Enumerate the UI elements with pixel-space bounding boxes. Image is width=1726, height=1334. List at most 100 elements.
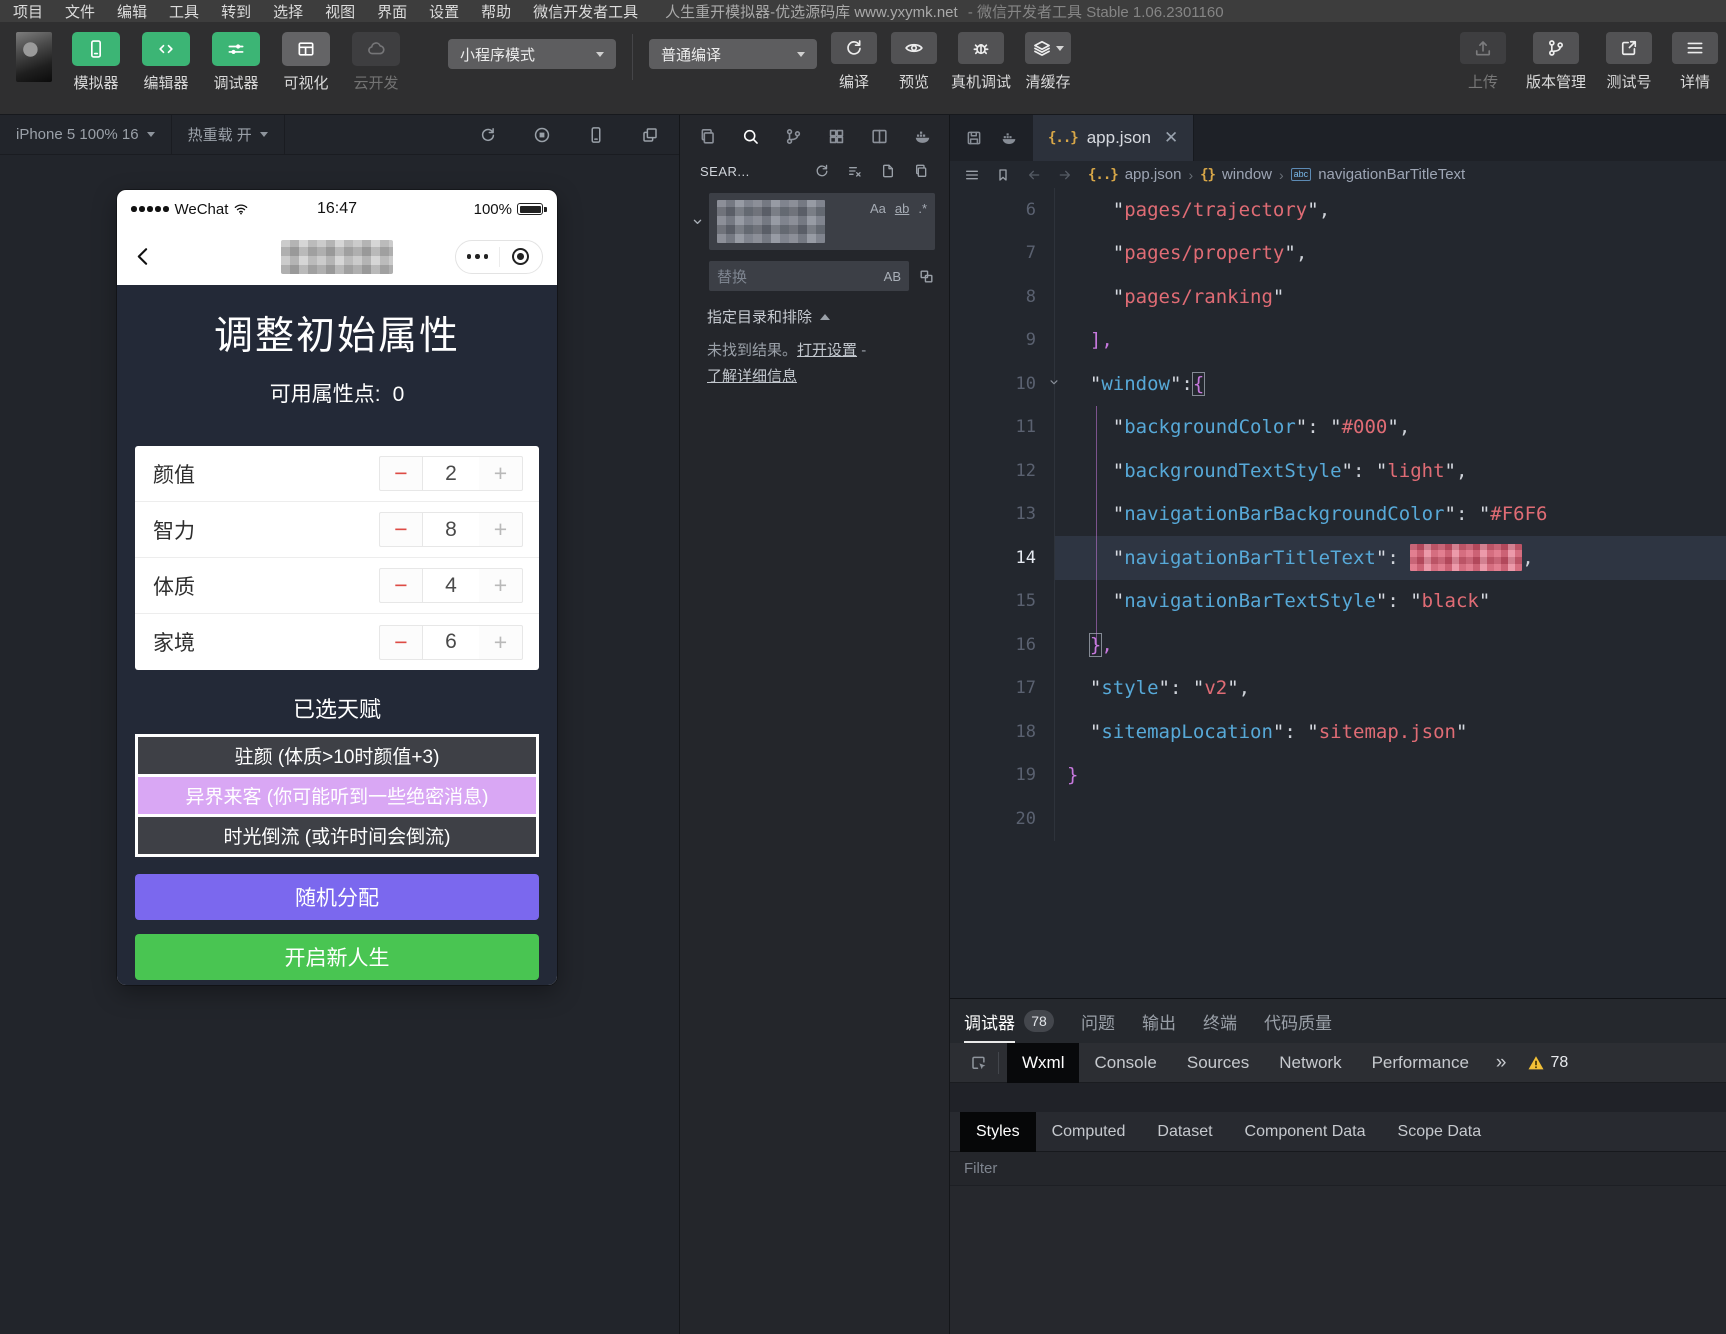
extensions-icon[interactable]	[827, 127, 846, 146]
code-line-14[interactable]: 14"navigationBarTitleText": ,	[950, 536, 1726, 580]
talent-item[interactable]: 异界来客 (你可能听到一些绝密消息)	[138, 777, 536, 814]
tool-编辑器[interactable]: 编辑器	[140, 32, 192, 93]
menu-item-文件[interactable]: 文件	[54, 1, 106, 22]
replace-all-icon[interactable]	[918, 268, 935, 285]
match-case-toggle[interactable]: Aa	[870, 201, 886, 216]
code-line-20[interactable]: 20	[950, 797, 1726, 841]
talent-item[interactable]: 驻颜 (体质>10时颜值+3)	[138, 737, 536, 774]
menu-item-项目[interactable]: 项目	[2, 1, 54, 22]
learn-more-link[interactable]: 了解详细信息	[707, 368, 797, 385]
mode-select[interactable]: 小程序模式	[448, 39, 616, 69]
replace-input[interactable]: 替换 AB	[709, 261, 909, 291]
code-line-13[interactable]: 13"navigationBarBackgroundColor": "#F6F6	[950, 493, 1726, 537]
decrease-button[interactable]: −	[379, 568, 423, 603]
menu-item-工具[interactable]: 工具	[158, 1, 210, 22]
increase-button[interactable]: +	[479, 568, 523, 603]
talent-item[interactable]: 时光倒流 (或许时间会倒流)	[138, 817, 536, 854]
increase-button[interactable]: +	[479, 512, 523, 547]
outline-icon[interactable]	[964, 167, 980, 183]
navigate-back-icon[interactable]	[1026, 167, 1042, 183]
storage-icon[interactable]	[965, 129, 983, 147]
close-icon[interactable]: ✕	[1164, 128, 1178, 148]
action-清缓存[interactable]: 清缓存	[1025, 32, 1071, 92]
code-line-7[interactable]: 7"pages/property",	[950, 232, 1726, 276]
refresh-search-icon[interactable]	[814, 163, 830, 179]
debugger-tab-问题[interactable]: 问题	[1081, 999, 1115, 1043]
code-line-10[interactable]: 10"window":{	[950, 362, 1726, 406]
more-tabs-icon[interactable]: »	[1484, 1052, 1519, 1074]
devtools-tab-Sources[interactable]: Sources	[1172, 1043, 1264, 1083]
fold-chevron-icon[interactable]	[1047, 375, 1061, 389]
devtools-tab-Wxml[interactable]: Wxml	[1007, 1043, 1079, 1083]
search-details-toggle[interactable]: 指定目录和排除	[707, 306, 935, 327]
breadcrumb-node[interactable]: window	[1222, 166, 1272, 183]
regex-toggle[interactable]: .*	[918, 201, 927, 216]
exit-button[interactable]	[500, 241, 543, 273]
open-settings-link[interactable]: 打开设置	[797, 342, 857, 359]
start-life-button[interactable]: 开启新人生	[135, 934, 539, 980]
code-line-12[interactable]: 12"backgroundTextStyle": "light",	[950, 449, 1726, 493]
docker-icon[interactable]	[913, 127, 932, 146]
debugger-tab-终端[interactable]: 终端	[1203, 999, 1237, 1043]
code-line-8[interactable]: 8"pages/ranking"	[950, 275, 1726, 319]
code-line-6[interactable]: 6"pages/trajectory",	[950, 188, 1726, 232]
split-layout-icon[interactable]	[870, 127, 889, 146]
code-line-9[interactable]: 9],	[950, 319, 1726, 363]
stop-icon[interactable]	[533, 126, 551, 144]
styles-tab-Component-Data[interactable]: Component Data	[1229, 1112, 1382, 1152]
decrease-button[interactable]: −	[379, 625, 423, 660]
bookmark-icon[interactable]	[995, 167, 1011, 183]
breadcrumb-file[interactable]: app.json	[1125, 166, 1182, 183]
detach-window-icon[interactable]	[641, 126, 659, 144]
menu-item-视图[interactable]: 视图	[314, 1, 366, 22]
code-line-11[interactable]: 11"backgroundColor": "#000",	[950, 406, 1726, 450]
tool-模拟器[interactable]: 模拟器	[70, 32, 122, 93]
action-版本管理[interactable]: 版本管理	[1526, 32, 1586, 92]
increase-button[interactable]: +	[479, 456, 523, 491]
warning-counter[interactable]: 78	[1527, 1054, 1569, 1072]
navigate-forward-icon[interactable]	[1057, 167, 1073, 183]
menu-item-选择[interactable]: 选择	[262, 1, 314, 22]
back-icon[interactable]	[131, 244, 156, 269]
toggle-replace-icon[interactable]	[690, 193, 706, 291]
search-input[interactable]: Aa ab .*	[709, 193, 935, 250]
device-select[interactable]: iPhone 5 100% 16	[0, 115, 172, 155]
styles-tab-Computed[interactable]: Computed	[1036, 1112, 1142, 1152]
hot-reload-select[interactable]: 热重载 开	[172, 115, 285, 155]
decrease-button[interactable]: −	[379, 512, 423, 547]
action-详情[interactable]: 详情	[1672, 32, 1718, 92]
action-预览[interactable]: 预览	[891, 32, 937, 92]
code-line-19[interactable]: 19}	[950, 754, 1726, 798]
debugger-tab-调试器[interactable]: 调试器78	[964, 999, 1054, 1043]
code-line-16[interactable]: 16},	[950, 623, 1726, 667]
increase-button[interactable]: +	[479, 625, 523, 660]
menu-item-帮助[interactable]: 帮助	[470, 1, 522, 22]
debugger-tab-输出[interactable]: 输出	[1142, 999, 1176, 1043]
collapse-icon[interactable]	[913, 163, 929, 179]
debugger-tab-代码质量[interactable]: 代码质量	[1264, 999, 1332, 1043]
tool-调试器[interactable]: 调试器	[210, 32, 262, 93]
styles-tab-Styles[interactable]: Styles	[960, 1112, 1036, 1152]
device-icon[interactable]	[587, 126, 605, 144]
user-avatar[interactable]	[16, 32, 52, 82]
decrease-button[interactable]: −	[379, 456, 423, 491]
preserve-case-toggle[interactable]: AB	[884, 269, 901, 284]
random-assign-button[interactable]: 随机分配	[135, 874, 539, 920]
code-line-18[interactable]: 18"sitemapLocation": "sitemap.json"	[950, 710, 1726, 754]
inspect-element-icon[interactable]	[960, 1054, 998, 1072]
menu-item-设置[interactable]: 设置	[418, 1, 470, 22]
devtools-tab-Network[interactable]: Network	[1264, 1043, 1356, 1083]
devtools-tab-Performance[interactable]: Performance	[1357, 1043, 1484, 1083]
code-editor[interactable]: 6"pages/trajectory",7"pages/property",8"…	[950, 188, 1726, 998]
action-测试号[interactable]: 测试号	[1606, 32, 1652, 92]
restart-icon[interactable]	[479, 126, 497, 144]
code-line-15[interactable]: 15"navigationBarTextStyle": "black"	[950, 580, 1726, 624]
whole-word-toggle[interactable]: ab	[895, 201, 909, 216]
more-button[interactable]	[456, 241, 499, 273]
source-control-icon[interactable]	[784, 127, 803, 146]
open-editor-icon[interactable]	[880, 163, 896, 179]
action-真机调试[interactable]: 真机调试	[951, 32, 1011, 92]
action-编译[interactable]: 编译	[831, 32, 877, 92]
breadcrumb-leaf[interactable]: navigationBarTitleText	[1318, 166, 1465, 183]
menu-item-编辑[interactable]: 编辑	[106, 1, 158, 22]
